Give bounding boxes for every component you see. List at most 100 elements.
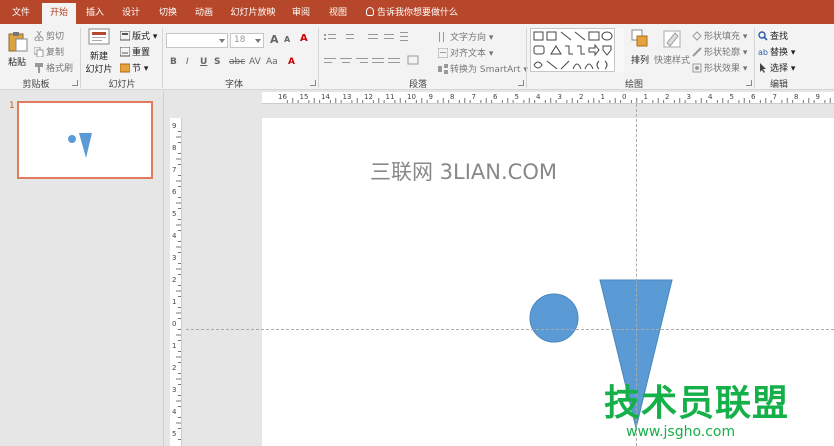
font-size-combo[interactable]: 18 — [230, 33, 264, 48]
cursor-icon — [758, 63, 768, 73]
lightbulb-icon — [366, 7, 374, 16]
divider — [80, 28, 81, 88]
scissors-icon — [34, 30, 44, 42]
slide-thumbnail[interactable] — [17, 101, 153, 179]
reset-label: 重置 — [132, 48, 151, 58]
ruler-label: 11 — [385, 93, 395, 101]
reset-icon — [119, 46, 131, 57]
text-direction-button[interactable]: 文字方向 ▾ — [438, 30, 493, 43]
replace-button[interactable]: ab 替换 ▾ — [758, 45, 795, 58]
horizontal-guide[interactable] — [186, 329, 834, 330]
watermark-title: 技术员联盟 — [604, 383, 790, 424]
smartart-button[interactable]: 转换为 SmartArt ▾ — [438, 62, 528, 75]
ruler-label: 15 — [299, 93, 309, 101]
cut-button[interactable]: 剪切 — [34, 29, 64, 42]
font-launcher-icon[interactable] — [310, 80, 316, 86]
vertical-ruler: 9 8 7 6 5 4 3 2 1 0 1 2 3 4 5 — [170, 118, 182, 446]
thumbnail-shapes — [68, 133, 92, 158]
align-text-button[interactable]: 对齐文本 ▾ — [437, 46, 493, 59]
font-color-button[interactable]: A — [288, 57, 295, 67]
smartart-icon — [438, 64, 448, 74]
shape-effects-button[interactable]: 形状效果 ▾ — [692, 61, 747, 74]
shapes-gallery-scroll[interactable] — [614, 28, 624, 72]
replace-label: 替换 — [770, 48, 789, 58]
replace-icon: ab — [758, 47, 768, 57]
paste-label: 粘贴 — [7, 58, 26, 68]
copy-button[interactable]: 复制 — [33, 45, 64, 58]
chevron-down-icon — [219, 39, 225, 43]
tab-home[interactable]: 开始 — [42, 3, 76, 24]
ruler-label: 14 — [321, 93, 330, 101]
slide-number: 1 — [9, 101, 15, 111]
strikethrough-button[interactable]: abc — [229, 57, 245, 67]
grow-font-button[interactable]: A — [270, 33, 279, 46]
paste-icon — [8, 32, 28, 52]
paragraph-launcher-icon[interactable] — [518, 80, 524, 86]
clipboard-group-label: 剪贴板 — [22, 80, 50, 90]
tab-slideshow[interactable]: 幻灯片放映 — [226, 0, 280, 24]
arrange-button[interactable]: 排列 — [628, 28, 652, 66]
find-button[interactable]: 查找 — [758, 29, 788, 42]
drawing-launcher-icon[interactable] — [746, 80, 752, 86]
new-slide-label-2: 幻灯片 — [85, 65, 113, 75]
cut-label: 剪切 — [46, 32, 65, 42]
circle-shape[interactable] — [529, 293, 579, 343]
font-name-combo[interactable] — [166, 33, 228, 48]
paragraph-format-icons[interactable] — [324, 32, 430, 72]
select-button[interactable]: 选择 ▾ — [758, 61, 795, 74]
tab-transitions[interactable]: 切换 — [151, 0, 185, 24]
ruler-label: 12 — [364, 93, 373, 101]
tell-me-box[interactable]: 告诉我你想要做什么 — [366, 0, 458, 24]
clipboard-launcher-icon[interactable] — [72, 80, 78, 86]
shadow-button[interactable]: S — [214, 57, 220, 67]
layout-label: 版式 — [132, 32, 151, 42]
divider — [318, 28, 319, 88]
quick-styles-button[interactable]: 快速样式 — [654, 28, 690, 66]
align-text-label: 对齐文本 — [450, 49, 487, 59]
ruler-label: 9 — [172, 122, 177, 130]
char-spacing-button[interactable]: AV — [249, 57, 261, 67]
ruler-label: 10 — [407, 93, 416, 101]
effects-icon — [692, 63, 702, 73]
divider — [526, 28, 527, 88]
change-case-button[interactable]: Aa — [266, 57, 278, 67]
clear-format-button[interactable]: A — [300, 33, 308, 44]
editing-group-label: 编辑 — [769, 80, 788, 90]
ruler-label: 2 — [579, 93, 584, 101]
paint-bucket-icon — [692, 31, 702, 41]
tab-review[interactable]: 审阅 — [284, 0, 318, 24]
shape-outline-button[interactable]: 形状轮廓 ▾ — [692, 45, 747, 58]
ruler-label: 5 — [729, 93, 734, 101]
chevron-down-icon — [255, 39, 261, 43]
tab-animations[interactable]: 动画 — [187, 0, 221, 24]
ruler-label: 3 — [172, 254, 177, 262]
shape-fill-button[interactable]: 形状填充 ▾ — [692, 29, 747, 42]
arrange-icon — [631, 29, 648, 47]
format-painter-icon — [34, 63, 44, 73]
new-slide-button[interactable]: 新建 幻灯片 — [84, 28, 114, 75]
ruler-label: 2 — [172, 364, 177, 372]
section-button[interactable]: 节 ▾ — [119, 61, 148, 74]
ruler-label: 3 — [557, 93, 562, 101]
shapes-gallery[interactable] — [530, 28, 622, 72]
paste-button[interactable]: 粘贴 — [4, 30, 30, 68]
shape-outline-label: 形状轮廓 — [704, 48, 741, 58]
tab-design[interactable]: 设计 — [114, 0, 148, 24]
bold-button[interactable]: B — [170, 57, 177, 67]
tab-insert[interactable]: 插入 — [78, 0, 112, 24]
ruler-label: 0 — [172, 320, 177, 328]
format-painter-button[interactable]: 格式刷 — [34, 61, 73, 74]
text-direction-icon — [438, 32, 448, 42]
ruler-label: 6 — [751, 93, 756, 101]
ribbon-tab-bar: 文件 开始 插入 设计 切换 动画 幻灯片放映 审阅 视图 告诉我你想要做什么 — [0, 0, 834, 24]
tab-file[interactable]: 文件 — [4, 0, 38, 24]
tab-view[interactable]: 视图 — [321, 0, 355, 24]
shrink-font-button[interactable]: A — [284, 35, 290, 44]
italic-button[interactable]: I — [186, 57, 189, 67]
text-direction-label: 文字方向 — [450, 33, 487, 43]
reset-button[interactable]: 重置 — [119, 45, 151, 58]
font-group-label: 字体 — [224, 80, 243, 90]
layout-button[interactable]: 版式 ▾ — [119, 29, 157, 42]
section-label: 节 — [132, 64, 142, 74]
underline-button[interactable]: U — [200, 57, 207, 67]
